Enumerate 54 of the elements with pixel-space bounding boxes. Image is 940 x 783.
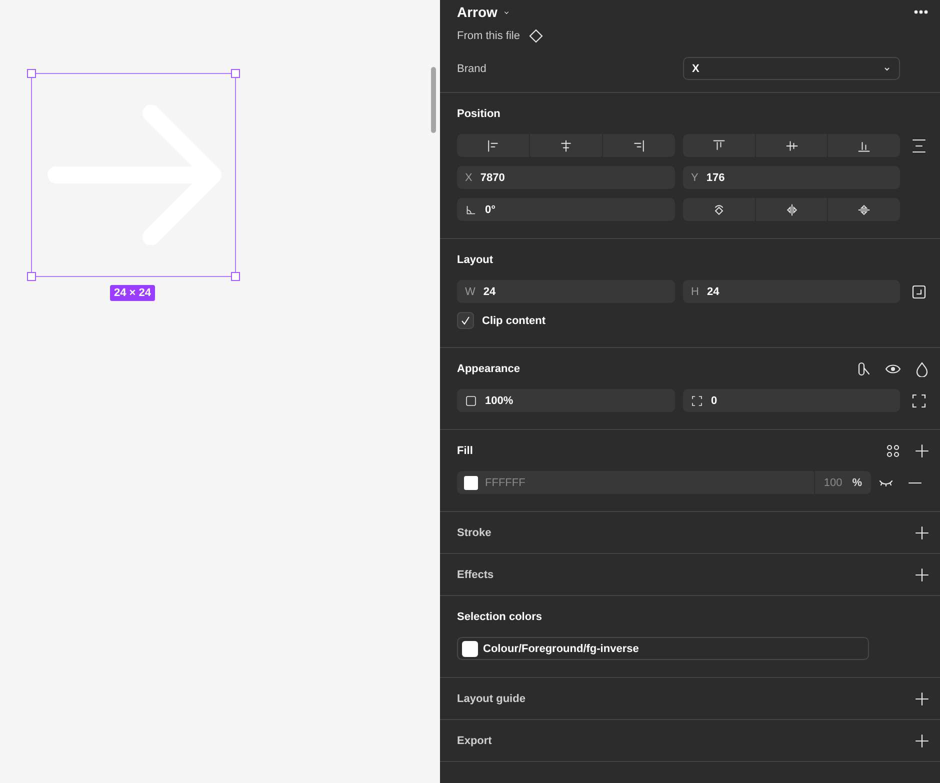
y-field[interactable]: Y 176 (683, 166, 900, 189)
section-title: Layout guide (457, 692, 526, 704)
corner-icon (691, 394, 703, 406)
section-title: Stroke (457, 526, 492, 538)
align-right-icon (632, 138, 646, 152)
section-title: Effects (457, 568, 494, 580)
source-label: From this file (457, 30, 520, 42)
check-icon (460, 315, 471, 326)
color-swatch[interactable] (464, 476, 478, 490)
section-title: Layout (457, 254, 494, 266)
align-left-icon (486, 138, 500, 152)
component-name[interactable]: Arrow (457, 4, 498, 20)
add-icon[interactable] (914, 566, 930, 582)
distribute-icon[interactable] (911, 138, 927, 154)
property-label: Brand (457, 62, 488, 74)
section-title: Appearance (457, 362, 520, 374)
width-field[interactable]: W 24 (457, 280, 675, 303)
opacity-icon (465, 394, 477, 406)
flip-horizontal-icon (784, 202, 798, 216)
section-title: Fill (457, 444, 473, 456)
height-field[interactable]: H 24 (683, 280, 900, 303)
flip-vertical-icon (857, 202, 872, 216)
checkbox[interactable] (457, 312, 474, 329)
fill-opacity-field[interactable]: 100 % (814, 471, 871, 494)
section-title: Export (457, 734, 492, 746)
drop-icon[interactable] (914, 360, 930, 376)
angle-icon (465, 204, 477, 216)
resize-handle[interactable] (231, 272, 240, 281)
selection-color-chip[interactable]: Colour/Foreground/fg-inverse (457, 637, 869, 660)
resize-handle[interactable] (27, 272, 36, 281)
diamond-icon (528, 28, 544, 44)
align-top-icon (712, 138, 726, 152)
corner-radius-field[interactable]: 0 (683, 389, 900, 412)
add-icon[interactable] (914, 732, 930, 748)
align-middle-icon (784, 138, 798, 152)
resize-handle[interactable] (231, 69, 240, 78)
add-icon[interactable] (914, 524, 930, 540)
scrollbar[interactable] (431, 67, 436, 133)
align-center-icon (559, 138, 573, 152)
styles-icon[interactable] (885, 442, 901, 458)
section-title: Position (457, 108, 500, 120)
corners-icon[interactable] (911, 392, 927, 408)
resize-handle[interactable] (27, 69, 36, 78)
opacity-field[interactable]: 100% (457, 389, 675, 412)
clip-content-label: Clip content (482, 314, 546, 326)
add-icon[interactable] (914, 442, 930, 458)
section-title: Selection colors (457, 610, 542, 622)
resize-icon[interactable] (911, 284, 927, 300)
property-dropdown[interactable]: X (683, 57, 900, 80)
x-field[interactable]: X 7870 (457, 166, 675, 189)
caret-icon (883, 64, 891, 72)
size-badge: 24 × 24 (110, 285, 156, 301)
rotation-field[interactable]: 0° (457, 198, 675, 221)
add-icon[interactable] (914, 690, 930, 706)
